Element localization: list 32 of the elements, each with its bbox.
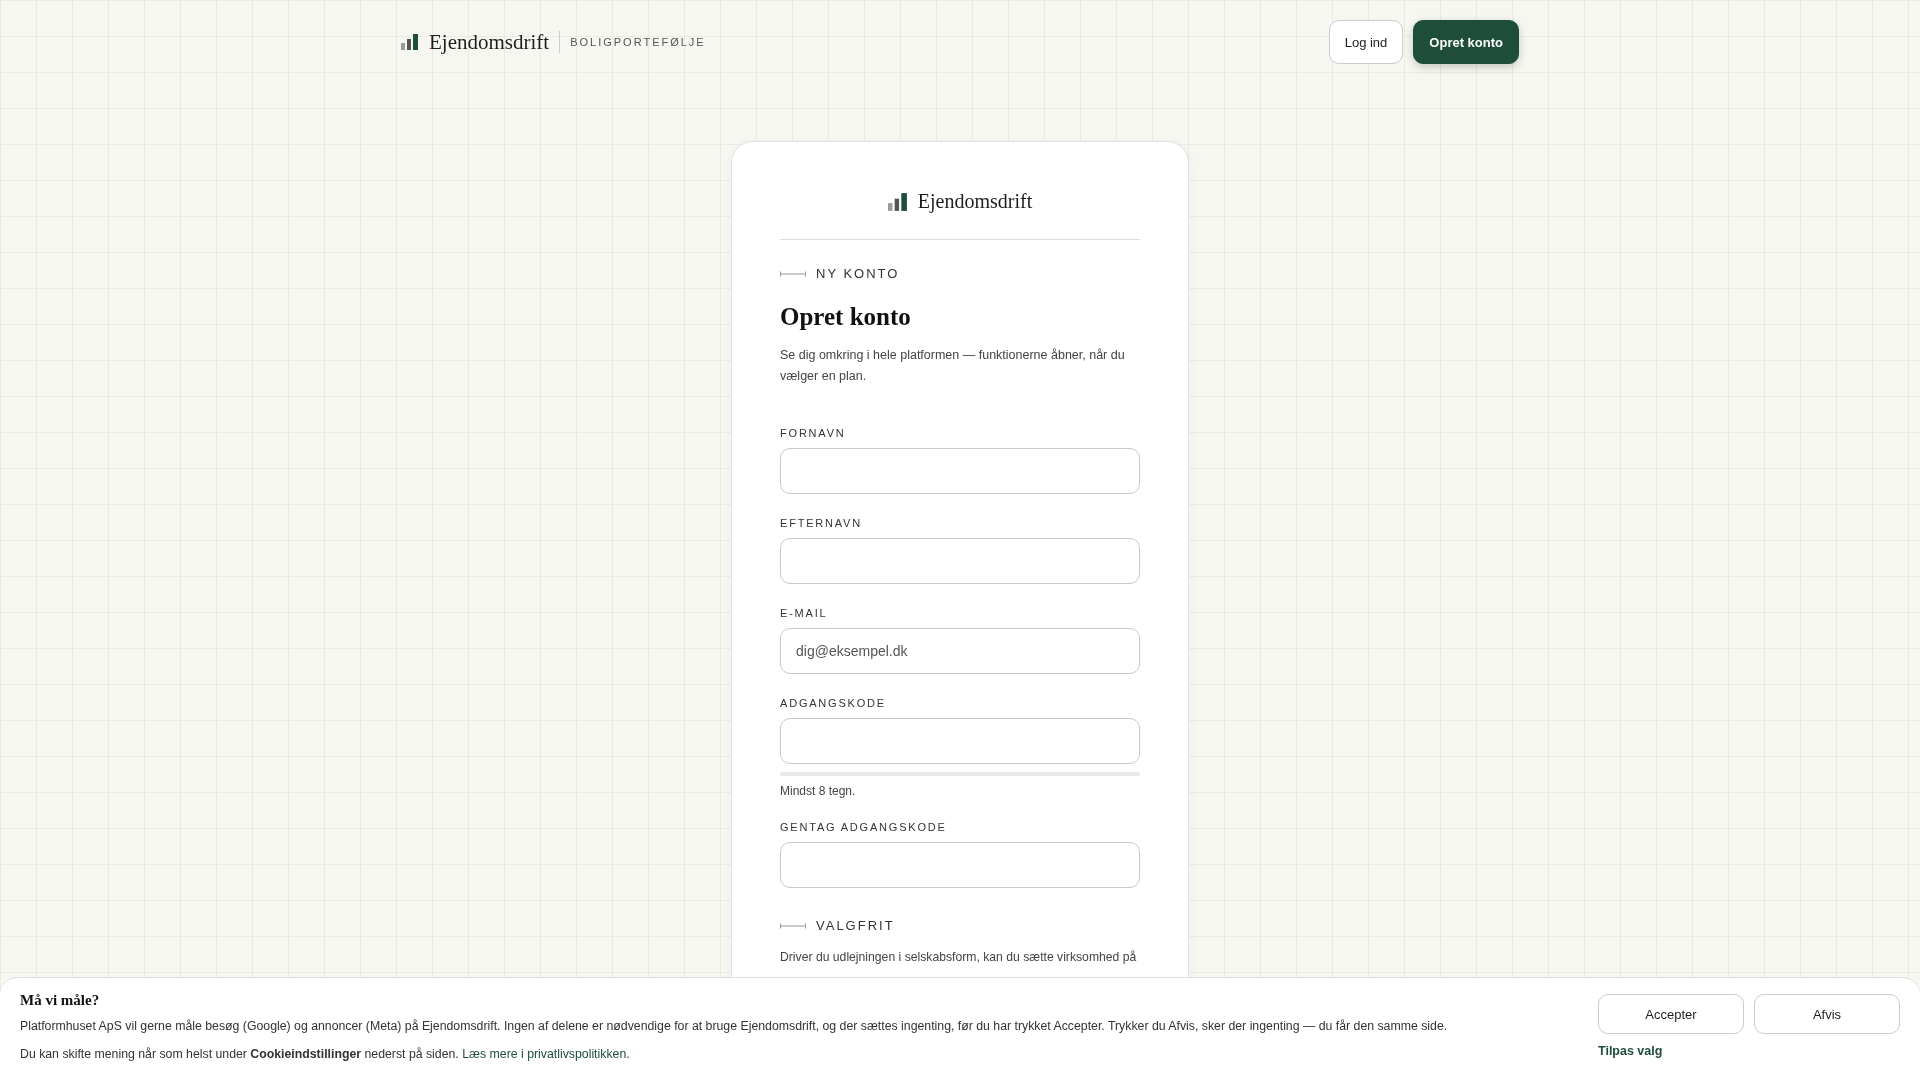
logo-icon — [401, 34, 419, 50]
privacy-link[interactable]: Læs mere i privatlivspolitikken. — [462, 1047, 630, 1061]
brand-name: Ejendomsdrift — [917, 190, 1033, 213]
field-label: GENTAG ADGANGSKODE — [780, 821, 948, 833]
banner-title: Må vi måle? — [20, 992, 101, 1009]
field-hint: Mindst 8 tegn. — [780, 784, 857, 798]
accept-button[interactable]: Accepter — [1598, 994, 1744, 1034]
section-eyebrow: VALGFRIT — [816, 918, 895, 933]
customize-link[interactable]: Tilpas valg — [1598, 1044, 1900, 1058]
field-label: E-MAIL — [780, 607, 829, 619]
banner-note: Du kan skifte mening når som helst under Cookieindstillinger nederst på siden. Læs mere i privatlivspolitikken. — [20, 1047, 631, 1061]
input-field[interactable] — [780, 842, 1140, 888]
logo-icon — [887, 192, 908, 211]
input-field[interactable] — [780, 718, 1140, 764]
field-label: EFTERNAVN — [780, 517, 863, 529]
login-button[interactable]: Log ind — [1328, 20, 1404, 64]
input-field[interactable] — [780, 448, 1140, 494]
dash-icon — [780, 270, 806, 277]
banner-text: Platformhuset ApS vil gerne måle besøg (Google) og annoncer (Meta) på Ejendomsdrift. Ingen af delene er nødvendige for at bruge Ejendomsdrift, og der sættes ingenting, før du har trykket Accepter. Trykker du Afvis, sker der ingenting — du får den samme side. — [20, 1019, 1448, 1033]
field-label: ADGANGSKODE — [780, 697, 887, 709]
input-field[interactable] — [780, 538, 1140, 584]
brand-name: Ejendomsdrift — [429, 29, 550, 55]
reject-button[interactable]: Afvis — [1754, 994, 1900, 1034]
brand-tagline: BOLIGPORTEFØLJE — [570, 36, 706, 48]
input-field[interactable]: dig@eksempel.dk — [780, 628, 1140, 674]
dash-icon — [780, 922, 806, 929]
optional-text: Driver du udlejningen i selskabsform, kan du sætte virksomhed på — [780, 949, 1138, 966]
section-eyebrow: NY KONTO — [816, 266, 900, 281]
form-title: Opret konto — [780, 303, 912, 331]
field-label: FORNAVN — [780, 427, 847, 439]
intro-text: Se dig omkring i hele platformen — funktionerne åbner, når du vælger en plan. — [780, 347, 1126, 385]
signup-button[interactable]: Opret konto — [1413, 20, 1519, 64]
